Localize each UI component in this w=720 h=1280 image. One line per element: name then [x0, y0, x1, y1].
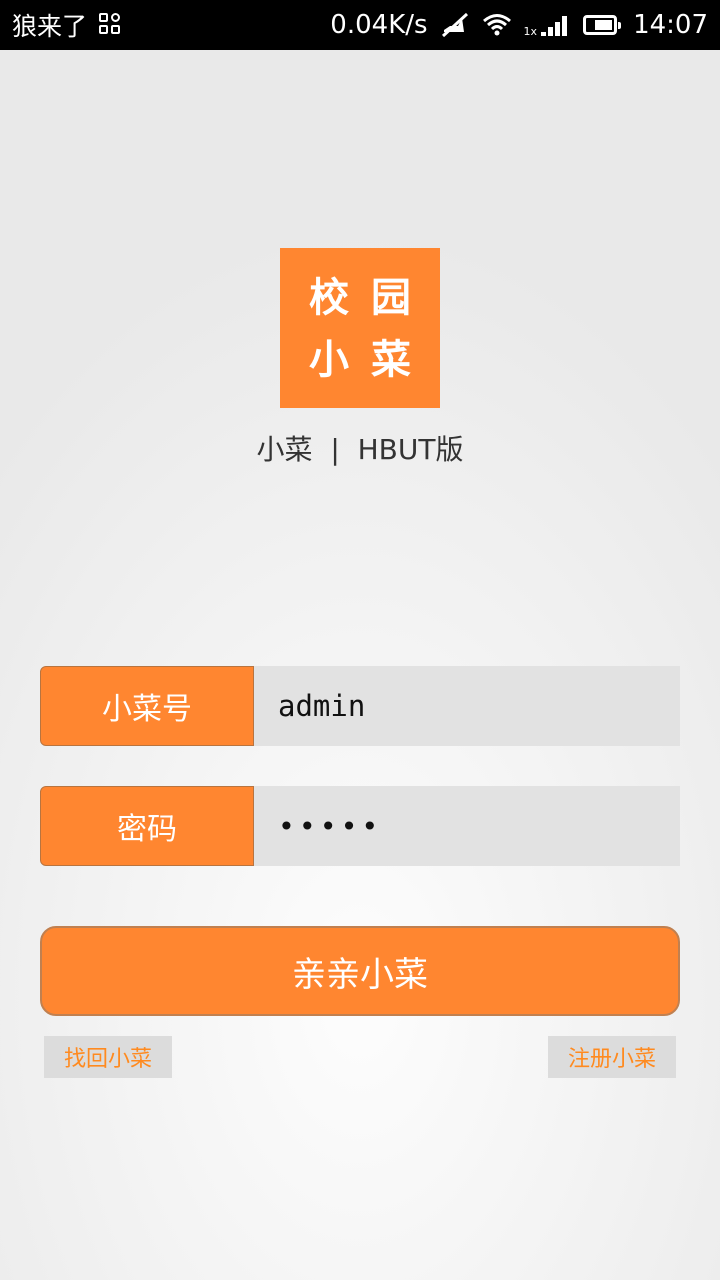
- logo-char: 菜: [371, 337, 411, 383]
- apps-icon: [99, 13, 123, 37]
- signal-icon: 1x: [524, 12, 572, 38]
- status-left: 狼来了: [12, 7, 123, 43]
- carrier-name: 狼来了: [12, 12, 88, 41]
- login-button[interactable]: 亲亲小菜: [40, 926, 680, 1016]
- logo-row-2: 小 菜: [280, 336, 440, 398]
- clock: 14:07: [633, 10, 708, 40]
- app-subtitle: 小菜 | HBUT版: [256, 433, 464, 466]
- forgot-password-button[interactable]: 找回小菜: [44, 1036, 172, 1078]
- password-input[interactable]: [254, 786, 680, 866]
- register-button[interactable]: 注册小菜: [548, 1036, 676, 1078]
- logo-char: 园: [371, 275, 411, 321]
- signal-prefix: 1x: [523, 25, 538, 38]
- logo-char: 小: [309, 337, 349, 383]
- username-input[interactable]: [254, 666, 680, 746]
- password-row: 密码: [40, 786, 680, 866]
- wifi-icon: [482, 14, 511, 36]
- battery-icon: [583, 15, 622, 35]
- logo-char: 校: [309, 275, 349, 321]
- logo-row-1: 校 园: [280, 274, 440, 336]
- app-logo: 校 园 小 菜: [280, 248, 440, 408]
- status-bar: 狼来了 0.04K/s 1x 14:07: [0, 0, 720, 50]
- network-speed: 0.04K/s: [330, 10, 428, 40]
- mute-icon: [441, 12, 468, 38]
- username-label: 小菜号: [40, 666, 254, 746]
- username-row: 小菜号: [40, 666, 680, 746]
- status-right: 0.04K/s 1x 14:07: [330, 10, 708, 40]
- password-label: 密码: [40, 786, 254, 866]
